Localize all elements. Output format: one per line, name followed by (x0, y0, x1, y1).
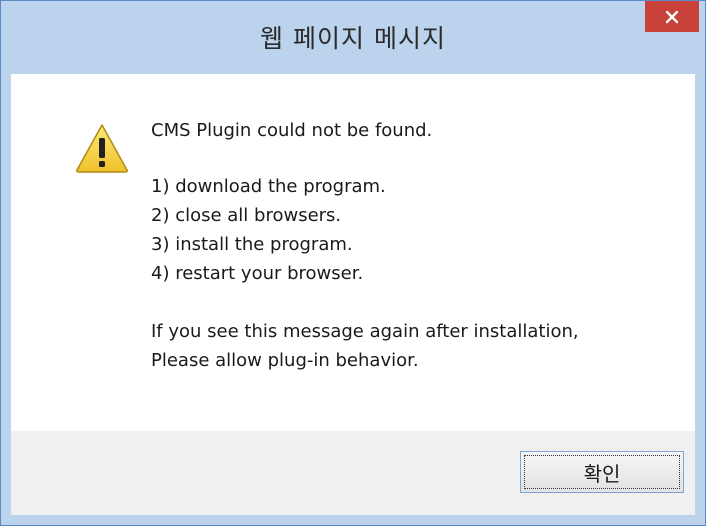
close-button[interactable] (645, 1, 699, 32)
step-item: 3) install the program. (151, 234, 353, 255)
message-dialog: 웹 페이지 메시지 CMS Plugin could not be found.… (0, 0, 706, 526)
step-item: 2) close all browsers. (151, 205, 342, 226)
note-line: If you see this message again after inst… (151, 321, 579, 342)
warning-icon (76, 124, 128, 173)
note-line: Please allow plug-in behavior. (151, 350, 419, 371)
installation-note: If you see this message again after inst… (151, 317, 579, 375)
step-item: 4) restart your browser. (151, 263, 364, 284)
dialog-title: 웹 페이지 메시지 (260, 24, 446, 53)
steps-list: 1) download the program. 2) close all br… (151, 172, 386, 288)
message-headline: CMS Plugin could not be found. (151, 120, 433, 141)
ok-button[interactable]: 확인 (520, 451, 684, 493)
close-icon (665, 10, 679, 23)
button-bar: 확인 (11, 431, 695, 515)
title-bar[interactable]: 웹 페이지 메시지 (1, 1, 705, 74)
step-item: 1) download the program. (151, 176, 386, 197)
ok-button-label: 확인 (583, 461, 621, 486)
message-body: CMS Plugin could not be found. 1) downlo… (11, 74, 695, 431)
